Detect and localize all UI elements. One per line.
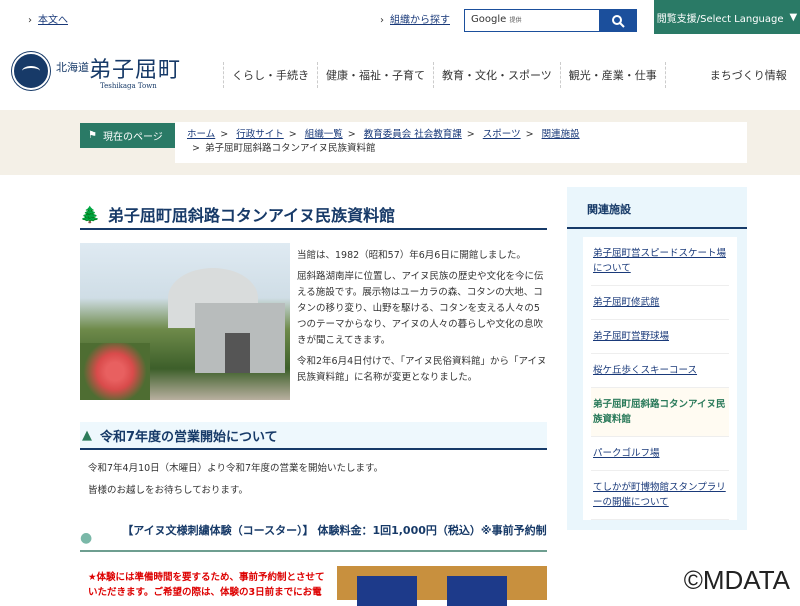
nav-tourism[interactable]: 観光・産業・仕事 [559, 62, 665, 88]
trees-icon: 🌲 [80, 204, 100, 224]
global-nav: くらし・手続き 健康・福祉・子育て 教育・文化・スポーツ 観光・産業・仕事 まち… [223, 62, 795, 88]
section-heading-embroidery: ● 【アイヌ文様刺繍体験（コースター）】 体験料金：1回1,000円（税込）※事… [80, 510, 547, 552]
sidebar-item-shubukan[interactable]: 弟子屈町修武館 [593, 297, 660, 308]
intro-text: 当館は、1982（昭和57）年6月6日に開館しました。 屈斜路湖南岸に位置し、ア… [297, 248, 547, 391]
town-logo[interactable]: 北海道弟子屈町 Teshikaga Town [12, 50, 202, 92]
nav-education[interactable]: 教育・文化・スポーツ [433, 62, 560, 88]
breadcrumb: ホーム > 行政サイト > 組織一覧 > 教育委員会 社会教育課 > スポーツ > 関連施… [175, 122, 747, 163]
skip-to-content[interactable]: › 本文へ [28, 11, 68, 26]
sidebar-heading: 関連施設 [567, 187, 747, 229]
nav-town-info[interactable]: まちづくり情報 [664, 62, 795, 88]
crumb-sports[interactable]: スポーツ [483, 129, 521, 140]
tree-icon: ▲ [82, 427, 92, 443]
sidebar-item-ski[interactable]: 桜ケ丘歩くスキーコース [593, 365, 697, 376]
org-search-link[interactable]: 組織から探す [390, 15, 450, 26]
skip-link[interactable]: 本文へ [38, 15, 68, 26]
logo-town: 弟子屈町 [89, 58, 182, 83]
section-embroidery-title: 【アイヌ文様刺繍体験（コースター）】 体験料金：1回1,000円（税込）※事前予… [122, 523, 547, 537]
caret-down-icon: ▼ [789, 11, 798, 23]
google-brand: Google [471, 14, 507, 25]
search-button[interactable] [599, 10, 636, 31]
coaster-photo [337, 566, 547, 606]
search-icon [611, 14, 625, 28]
section-heading-opening: ▲ 令和7年度の営業開始について [80, 422, 547, 450]
site-search: Google 提供 [464, 9, 637, 32]
sidebar-item-stamp-rally[interactable]: てしかが町博物館スタンプラリーの開催について [593, 482, 726, 508]
opening-text: 令和7年4月10日（木曜日）より令和7年度の営業を開始いたします。 皆様のお越し… [88, 458, 383, 502]
intro-p3: 令和2年6月4日付けで、「アイヌ民俗資料館」から「アイヌ民族資料館」に名称が変更… [297, 356, 547, 383]
crumb-dept[interactable]: 教育委員会 社会教育課 [364, 129, 462, 140]
intro-p2: 屈斜路湖南岸に位置し、アイヌ民族の歴史や文化を今に伝える施設です。展示物はユーカ… [297, 271, 544, 346]
museum-photo [80, 243, 290, 400]
reservation-notice: ★体験には準備時間を要するため、事前予約制とさせていただきます。ご希望の際は、体… [88, 572, 325, 598]
opening-line1: 令和7年4月10日（木曜日）より令和7年度の営業を開始いたします。 [88, 463, 384, 474]
crumb-facilities[interactable]: 関連施設 [542, 129, 580, 140]
page-title-bar: 🌲 弟子屈町屈斜路コタンアイヌ民族資料館 [80, 200, 547, 230]
intro-p1: 当館は、1982（昭和57）年6月6日に開館しました。 [297, 250, 526, 261]
nav-health[interactable]: 健康・福祉・子育て [317, 62, 433, 88]
logo-prefecture: 北海道 [56, 61, 89, 74]
tree-icon: ● [80, 530, 93, 546]
sidebar-item-current: 弟子屈町屈斜路コタンアイヌ民族資料館 [591, 388, 729, 437]
watermark: ©MDATA [683, 565, 790, 595]
language-label: 閲覧支援/Select Language [656, 13, 784, 25]
flag-icon: ⚑ [88, 130, 97, 141]
crumb-admin[interactable]: 行政サイト [236, 129, 284, 140]
crumb-org[interactable]: 組織一覧 [305, 129, 343, 140]
crumb-home[interactable]: ホーム [187, 129, 215, 140]
sidebar-item-baseball[interactable]: 弟子屈町営野球場 [593, 331, 669, 342]
opening-line2: 皆様のお越しをお待ちしております。 [88, 485, 248, 496]
town-seal-icon [12, 52, 50, 90]
related-facilities-sidebar: 関連施設 弟子屈町営スピードスケート場について 弟子屈町修武館 弟子屈町営野球場… [567, 187, 747, 530]
nav-living[interactable]: くらし・手続き [223, 62, 317, 88]
logo-english: Teshikaga Town [100, 82, 157, 90]
current-page-text: 現在のページ [102, 132, 163, 143]
crumb-current: 弟子屈町屈斜路コタンアイヌ民族資料館 [204, 143, 376, 154]
section-opening-title: 令和7年度の営業開始について [100, 429, 278, 445]
page-title: 弟子屈町屈斜路コタンアイヌ民族資料館 [107, 206, 396, 225]
sidebar-item-parkgolf[interactable]: パークゴルフ場 [593, 448, 660, 459]
current-page-label: ⚑ 現在のページ [80, 123, 175, 148]
search-input[interactable]: Google 提供 [465, 10, 599, 31]
language-button[interactable]: 閲覧支援/Select Language ▼ [654, 0, 800, 34]
sidebar-item-skate[interactable]: 弟子屈町営スピードスケート場について [593, 248, 726, 274]
org-search[interactable]: › 組織から探す [380, 11, 450, 26]
provided-label: 提供 [509, 17, 522, 24]
